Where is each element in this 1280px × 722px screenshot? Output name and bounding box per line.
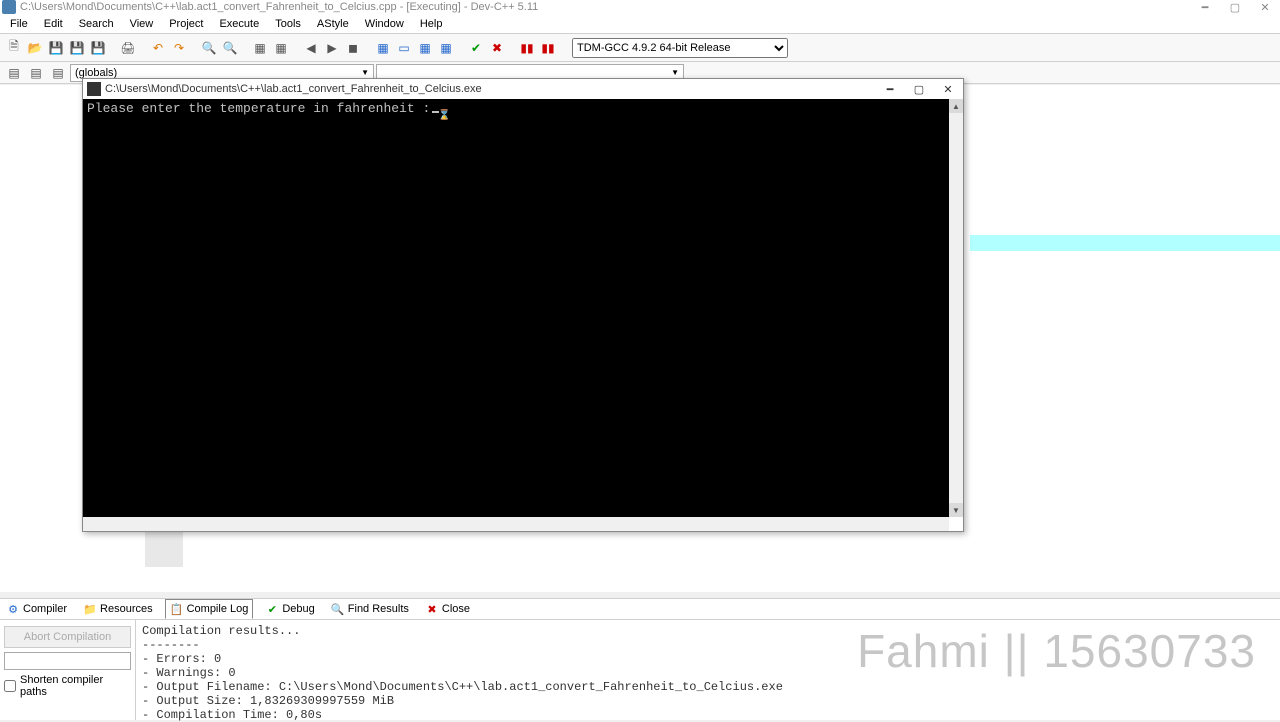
menu-execute[interactable]: Execute bbox=[211, 16, 267, 32]
title-bar: C:\Users\Mond\Documents\C++\lab.act1_con… bbox=[0, 0, 1280, 14]
console-icon bbox=[87, 82, 101, 96]
menu-window[interactable]: Window bbox=[357, 16, 412, 32]
menu-view[interactable]: View bbox=[122, 16, 162, 32]
console-prompt: Please enter the temperature in fahrenhe… bbox=[87, 101, 430, 116]
search-icon: 🔍 bbox=[331, 602, 345, 616]
undo-icon[interactable]: ↶ bbox=[148, 38, 168, 58]
menu-tools[interactable]: Tools bbox=[267, 16, 309, 32]
console-cursor bbox=[432, 111, 439, 113]
x-icon[interactable]: ✖ bbox=[487, 38, 507, 58]
console-close-button[interactable]: ✕ bbox=[935, 80, 961, 98]
menu-edit[interactable]: Edit bbox=[36, 16, 71, 32]
chart-icon[interactable]: ▮▮ bbox=[517, 38, 537, 58]
compile-log-output[interactable]: Compilation results... -------- - Errors… bbox=[136, 620, 1280, 720]
goto-icon[interactable]: ▤ bbox=[4, 63, 24, 83]
console-output[interactable]: Please enter the temperature in fahrenhe… bbox=[83, 99, 949, 517]
console-vertical-scrollbar[interactable]: ▲ ▼ bbox=[949, 99, 963, 517]
tab-close[interactable]: ✖ Close bbox=[421, 600, 474, 618]
filter-input[interactable] bbox=[4, 652, 131, 670]
editor-gutter bbox=[145, 531, 183, 567]
new-file-icon[interactable]: 🗎 bbox=[4, 38, 24, 58]
print-icon[interactable]: 🖨 bbox=[118, 38, 138, 58]
stop-icon[interactable]: ◼ bbox=[343, 38, 363, 58]
check-icon[interactable]: ✔ bbox=[466, 38, 486, 58]
close-button[interactable]: ✕ bbox=[1250, 0, 1280, 14]
replace-icon[interactable]: 🔍 bbox=[220, 38, 240, 58]
forward-icon[interactable]: ▶ bbox=[322, 38, 342, 58]
shorten-paths-check[interactable] bbox=[4, 680, 16, 692]
console-window-controls: ━ ▢ ✕ bbox=[877, 80, 961, 98]
scroll-up-icon[interactable]: ▲ bbox=[949, 99, 963, 113]
close-icon: ✖ bbox=[425, 602, 439, 616]
debug-step-icon[interactable]: ▤ bbox=[48, 63, 68, 83]
window-controls: ━ ▢ ✕ bbox=[1190, 0, 1280, 14]
console-minimize-button[interactable]: ━ bbox=[877, 80, 903, 98]
check-icon: ✔ bbox=[265, 602, 279, 616]
save-icon[interactable]: 💾 bbox=[46, 38, 66, 58]
back-icon[interactable]: ◀ bbox=[301, 38, 321, 58]
menu-project[interactable]: Project bbox=[161, 16, 211, 32]
menu-file[interactable]: File bbox=[2, 16, 36, 32]
compiler-select[interactable]: TDM-GCC 4.9.2 64-bit Release bbox=[572, 38, 788, 58]
chevron-down-icon: ▼ bbox=[361, 68, 369, 77]
tab-compile-log[interactable]: 📋 Compile Log bbox=[165, 599, 254, 619]
tab-debug[interactable]: ✔ Debug bbox=[261, 600, 318, 618]
grid-icon[interactable]: ▦ bbox=[373, 38, 393, 58]
grid2-icon[interactable]: ▦ bbox=[415, 38, 435, 58]
console-titlebar[interactable]: C:\Users\Mond\Documents\C++\lab.act1_con… bbox=[83, 79, 963, 99]
bookmark-icon[interactable]: ▤ bbox=[26, 63, 46, 83]
find-icon[interactable]: 🔍 bbox=[199, 38, 219, 58]
window-title: C:\Users\Mond\Documents\C++\lab.act1_con… bbox=[20, 1, 1276, 13]
menu-help[interactable]: Help bbox=[412, 16, 451, 32]
shorten-paths-checkbox[interactable]: Shorten compiler paths bbox=[4, 674, 131, 698]
bottom-panel-controls: Abort Compilation Shorten compiler paths bbox=[0, 620, 136, 720]
console-maximize-button[interactable]: ▢ bbox=[906, 80, 932, 98]
scroll-down-icon[interactable]: ▼ bbox=[949, 503, 963, 517]
console-horizontal-scrollbar[interactable] bbox=[83, 517, 949, 531]
console-title: C:\Users\Mond\Documents\C++\lab.act1_con… bbox=[105, 83, 482, 95]
chart2-icon[interactable]: ▮▮ bbox=[538, 38, 558, 58]
grid3-icon[interactable]: ▦ bbox=[436, 38, 456, 58]
maximize-button[interactable]: ▢ bbox=[1220, 0, 1250, 14]
menu-search[interactable]: Search bbox=[71, 16, 122, 32]
bottom-panel: Abort Compilation Shorten compiler paths… bbox=[0, 620, 1280, 720]
highlighted-line bbox=[970, 235, 1280, 251]
minimize-button[interactable]: ━ bbox=[1190, 0, 1220, 14]
tab-resources[interactable]: 📁 Resources bbox=[79, 600, 157, 618]
log-icon: 📋 bbox=[170, 602, 184, 616]
scope-value: (globals) bbox=[75, 67, 117, 79]
tab-find-results[interactable]: 🔍 Find Results bbox=[327, 600, 413, 618]
menu-astyle[interactable]: AStyle bbox=[309, 16, 357, 32]
abort-compilation-button: Abort Compilation bbox=[4, 626, 131, 648]
save-all-icon[interactable]: 💾 bbox=[67, 38, 87, 58]
redo-icon[interactable]: ↷ bbox=[169, 38, 189, 58]
menu-bar: File Edit Search View Project Execute To… bbox=[0, 14, 1280, 34]
rect-icon[interactable]: ▭ bbox=[394, 38, 414, 58]
gear-icon: ⚙ bbox=[6, 602, 20, 616]
app-icon bbox=[2, 0, 16, 14]
toolbar: 🗎 📂 💾 💾 💾 🖨 ↶ ↷ 🔍 🔍 ▦ ▦ ◀ ▶ ◼ ▦ ▭ ▦ ▦ ✔ … bbox=[0, 34, 1280, 62]
bottom-tab-strip: ⚙ Compiler 📁 Resources 📋 Compile Log ✔ D… bbox=[0, 598, 1280, 620]
console-window: C:\Users\Mond\Documents\C++\lab.act1_con… bbox=[82, 78, 964, 532]
open-icon[interactable]: 📂 bbox=[25, 38, 45, 58]
resources-icon: 📁 bbox=[83, 602, 97, 616]
tab-compiler[interactable]: ⚙ Compiler bbox=[2, 600, 71, 618]
run-icon[interactable]: ▦ bbox=[271, 38, 291, 58]
chevron-down-icon: ▼ bbox=[671, 68, 679, 77]
compile-icon[interactable]: ▦ bbox=[250, 38, 270, 58]
save-as-icon[interactable]: 💾 bbox=[88, 38, 108, 58]
